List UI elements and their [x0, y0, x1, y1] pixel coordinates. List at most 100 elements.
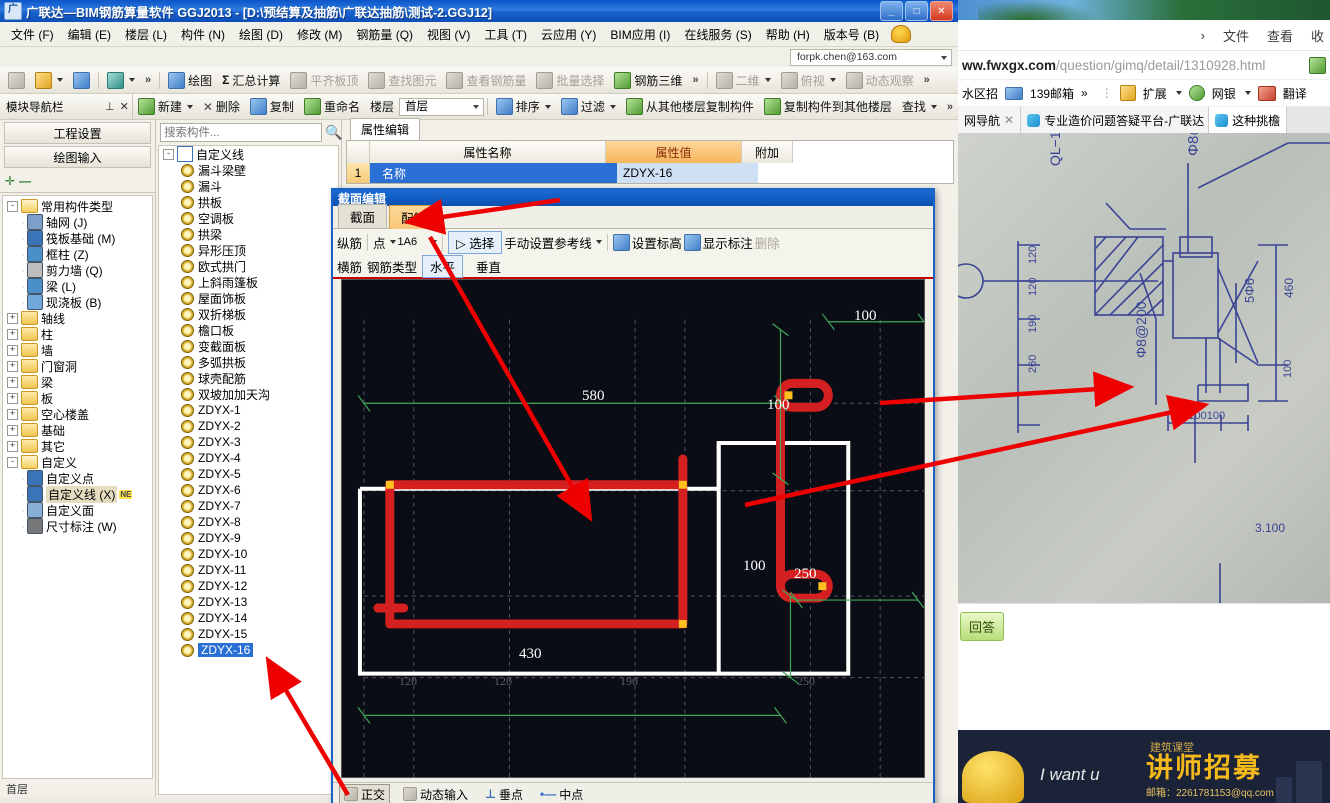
menu-item-floor[interactable]: 楼层 (L) — [118, 23, 174, 46]
menu-item-help[interactable]: 帮助 (H) — [759, 23, 817, 46]
component-list-item[interactable]: 拱板 — [159, 194, 338, 210]
nav-tree-item[interactable]: · 筏板基础 (M) — [3, 230, 152, 246]
nav-tree-item[interactable]: + 基础 — [3, 422, 152, 438]
menu-item-tools[interactable]: 工具 (T) — [477, 23, 534, 46]
chevron-down-icon[interactable] — [389, 240, 396, 244]
component-list-item[interactable]: 球壳配筋 — [159, 370, 338, 386]
toolbar-overflow-button-2[interactable]: » — [687, 74, 703, 86]
new-component-button[interactable]: 新建 — [133, 96, 198, 117]
component-list-item[interactable]: 空调板 — [159, 210, 338, 226]
bookmark-item-1[interactable]: 139邮箱 — [1030, 85, 1074, 102]
component-list-item[interactable]: 双坡加加天沟 — [159, 386, 338, 402]
browser-menu-view[interactable]: 查看 — [1267, 26, 1293, 45]
component-list-item[interactable]: 漏斗梁壁 — [159, 162, 338, 178]
tab-reinforcement[interactable]: 配筋 — [389, 205, 439, 229]
component-list-item[interactable]: ZDYX-10 — [159, 546, 338, 562]
component-list-item[interactable]: 多弧拱板 — [159, 354, 338, 370]
component-list-item[interactable]: ZDYX-16 — [159, 642, 338, 658]
browser-tab-2[interactable]: 这种挑檐 — [1209, 107, 1288, 133]
component-list-item[interactable]: 拱梁 — [159, 226, 338, 242]
translate-label[interactable]: 翻译 — [1283, 85, 1307, 102]
undo-button[interactable] — [102, 70, 140, 91]
nav-tree-item[interactable]: - 自定义 — [3, 454, 152, 470]
close-icon[interactable]: ✕ — [120, 100, 129, 113]
toolbar-draw-button[interactable]: 绘图 — [163, 70, 217, 91]
copy-component-button[interactable]: 复制 — [245, 96, 299, 117]
dynamic-input-toggle[interactable]: 动态输入 — [399, 785, 472, 803]
toolbar-summary-calc-button[interactable]: Σ 汇总计算 — [217, 70, 285, 91]
component-list-item[interactable]: 异形压顶 — [159, 242, 338, 258]
expand-icon[interactable]: + — [7, 376, 18, 388]
tab-section[interactable]: 截面 — [338, 204, 388, 228]
component-tree-root[interactable]: - 自定义线 — [159, 146, 338, 162]
component-list-item[interactable]: 檐口板 — [159, 322, 338, 338]
section-canvas[interactable]: 100 580 100 100 250 430 120 120 190 250 — [341, 279, 925, 778]
component-list-item[interactable]: ZDYX-3 — [159, 434, 338, 450]
component-list-item[interactable]: 屋面饰板 — [159, 290, 338, 306]
nav-button-draw-input[interactable]: 绘图输入 — [4, 146, 151, 168]
component-list-item[interactable]: ZDYX-4 — [159, 450, 338, 466]
nav-tree-item[interactable]: · 尺寸标注 (W) — [3, 518, 152, 534]
toolbar-rebar-3d-button[interactable]: 钢筋三维 — [609, 70, 687, 91]
browser-tab-0[interactable]: 网导航 ✕ — [958, 107, 1022, 133]
toolbar-2d-button[interactable]: 二维 — [711, 70, 776, 91]
component-list-item[interactable]: 双折梯板 — [159, 306, 338, 322]
component-list-item[interactable]: 漏斗 — [159, 178, 338, 194]
menu-item-edit[interactable]: 编辑 (E) — [61, 23, 118, 46]
menu-item-bim[interactable]: BIM应用 (I) — [603, 23, 677, 46]
expand-icon[interactable]: + — [7, 392, 18, 404]
chevron-down-icon[interactable] — [1175, 91, 1182, 95]
menu-item-file[interactable]: 文件 (F) — [4, 23, 61, 46]
expand-all-icon[interactable]: ✛ — [5, 174, 15, 188]
shape-select-label[interactable]: 点 — [373, 233, 386, 252]
url-text[interactable]: ww.fwxgx.com/question/gimq/detail/131092… — [962, 58, 1309, 73]
nav-button-project-settings[interactable]: 工程设置 — [4, 122, 151, 144]
answer-button[interactable]: 回答 — [960, 612, 1005, 641]
nav-tree-item[interactable]: · 框柱 (Z) — [3, 246, 152, 262]
copy-to-other-floor-button[interactable]: 复制构件到其他楼层 — [759, 96, 897, 117]
nav-tree-item[interactable]: · 自定义面 — [3, 502, 152, 518]
menu-item-component[interactable]: 构件 (N) — [174, 23, 232, 46]
expand-icon[interactable]: + — [7, 440, 18, 452]
collapse-icon[interactable]: - — [7, 456, 18, 468]
ortho-toggle[interactable]: 正交 — [339, 783, 391, 803]
chevron-down-icon-3[interactable] — [595, 240, 602, 244]
component-list-item[interactable]: ZDYX-7 — [159, 498, 338, 514]
component-list-item[interactable]: 变截面板 — [159, 338, 338, 354]
menu-item-draw[interactable]: 绘图 (D) — [232, 23, 290, 46]
online-bank-label[interactable]: 网银 — [1212, 85, 1236, 102]
expand-icon[interactable]: + — [7, 328, 18, 340]
chevron-down-icon-2[interactable] — [431, 240, 438, 244]
browser-tab-1[interactable]: 专业造价问题答疑平台-广联达 ✕ — [1021, 107, 1210, 133]
tab-close-icon[interactable]: ✕ — [1004, 113, 1014, 127]
component-list-item[interactable]: ZDYX-11 — [159, 562, 338, 578]
nav-tree-item[interactable]: + 轴线 — [3, 310, 152, 326]
collapse-all-icon[interactable]: — — [19, 174, 31, 188]
nav-tree-item[interactable]: + 墙 — [3, 342, 152, 358]
component-list-item[interactable]: ZDYX-2 — [159, 418, 338, 434]
sort-button[interactable]: 排序 — [491, 96, 556, 117]
manual-ref-line-button[interactable]: 手动设置参考线 — [504, 233, 592, 252]
nav-tree-item[interactable]: · 现浇板 (B) — [3, 294, 152, 310]
toolbar-top-view-button[interactable]: 俯视 — [776, 70, 841, 91]
set-elevation-button[interactable]: 设置标高 — [632, 233, 682, 252]
show-annotation-button[interactable]: 显示标注 — [703, 233, 753, 252]
minimize-button[interactable]: _ — [880, 1, 903, 21]
advertisement-banner[interactable]: I want u 建筑课堂 讲师招募 邮箱：2261781153@qq.com — [958, 730, 1330, 803]
collapse-icon[interactable]: - — [7, 200, 18, 212]
open-file-button[interactable] — [30, 70, 68, 91]
expand-icon[interactable]: + — [7, 312, 18, 324]
toolbar-overflow-button-3[interactable]: » — [919, 74, 935, 86]
horizontal-button[interactable]: 水平 — [422, 254, 464, 278]
component-list-item[interactable]: ZDYX-12 — [159, 578, 338, 594]
drag-handle[interactable]: ⋮ — [1101, 86, 1113, 100]
nav-tree-item[interactable]: · 轴网 (J) — [3, 214, 152, 230]
find-button[interactable]: 查找 — [897, 96, 942, 117]
component-list-item[interactable]: ZDYX-14 — [159, 610, 338, 626]
nav-tree-item[interactable]: - 常用构件类型 — [3, 198, 152, 214]
save-button[interactable] — [68, 70, 95, 91]
component-list-item[interactable]: ZDYX-9 — [159, 530, 338, 546]
expand-icon[interactable]: + — [7, 408, 18, 420]
nav-tree-item[interactable]: · 剪力墙 (Q) — [3, 262, 152, 278]
account-dropdown[interactable]: forpk.chen@163.com — [790, 48, 952, 66]
